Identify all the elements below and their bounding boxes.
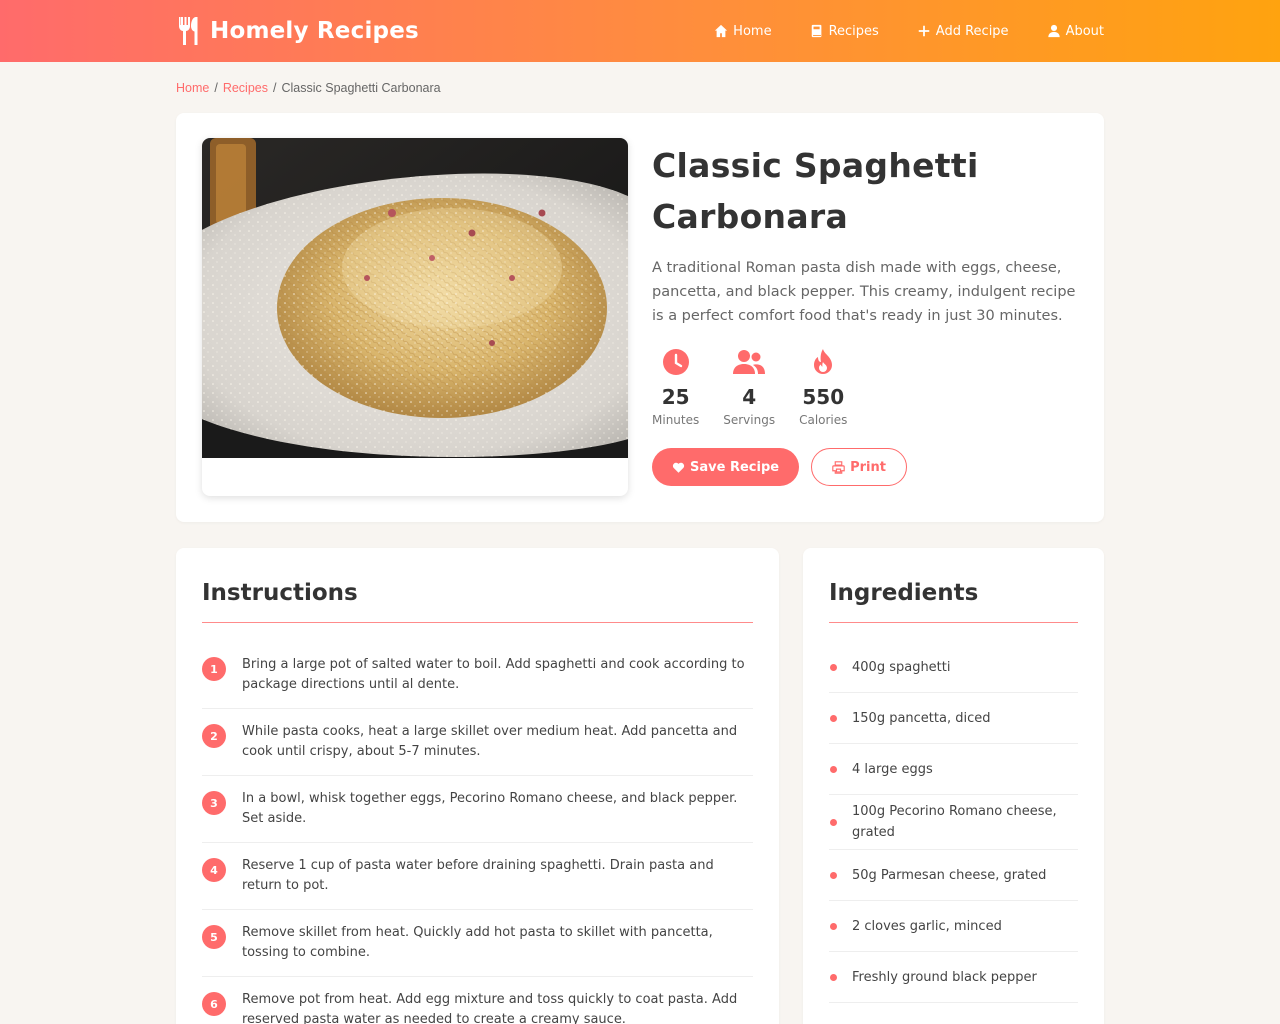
step-number: 3 xyxy=(202,791,226,815)
ingredient-item: 2 cloves garlic, minced xyxy=(829,901,1078,952)
breadcrumb-separator: / xyxy=(214,81,218,95)
stat-time-label: Minutes xyxy=(652,413,700,427)
save-recipe-button[interactable]: Save Recipe xyxy=(652,448,800,486)
instructions-list: 1 Bring a large pot of salted water to b… xyxy=(202,642,753,1024)
step-text: Remove skillet from heat. Quickly add ho… xyxy=(242,925,713,960)
fire-icon xyxy=(814,349,833,374)
ingredient-text: 4 large eggs xyxy=(852,761,933,777)
ingredient-item: 100g Pecorino Romano cheese, grated xyxy=(829,795,1078,850)
ingredient-item: 400g spaghetti xyxy=(829,642,1078,693)
bullet-icon xyxy=(830,871,837,879)
bullet-icon xyxy=(830,765,837,773)
ingredient-item: 4 large eggs xyxy=(829,744,1078,795)
brand[interactable]: Homely Recipes xyxy=(176,15,419,47)
step-number: 2 xyxy=(202,724,226,748)
ingredient-item: 50g Parmesan cheese, grated xyxy=(829,850,1078,901)
ingredient-text: 100g Pecorino Romano cheese, grated xyxy=(852,804,1057,840)
main-container: Home / Recipes / Classic Spaghetti Carbonara xyxy=(176,81,1104,1024)
fork-spoon-icon xyxy=(179,17,198,45)
nav-recipes-label: Recipes xyxy=(828,23,879,39)
recipe-photo xyxy=(202,138,628,458)
step-number: 4 xyxy=(202,858,226,882)
step-number: 1 xyxy=(202,657,226,681)
ingredient-item: Freshly ground black pepper xyxy=(829,952,1078,1003)
save-recipe-label: Save Recipe xyxy=(690,459,780,475)
bullet-icon xyxy=(830,922,837,930)
instruction-step: 3 In a bowl, whisk together eggs, Pecori… xyxy=(202,776,753,843)
nav-add-recipe[interactable]: Add Recipe xyxy=(917,24,1009,39)
stat-time: 25 Minutes xyxy=(652,347,699,427)
stat-servings-label: Servings xyxy=(723,413,776,427)
recipe-actions: Save Recipe Print xyxy=(652,448,1078,486)
recipe-title: Classic Spaghetti Carbonara xyxy=(652,146,979,236)
breadcrumb-current: Classic Spaghetti Carbonara xyxy=(281,81,441,95)
instruction-step: 1 Bring a large pot of salted water to b… xyxy=(202,642,753,709)
recipe-hero-card: Classic Spaghetti Carbonara A traditiona… xyxy=(176,113,1104,522)
breadcrumb-home[interactable]: Home xyxy=(176,81,209,95)
bullet-icon xyxy=(830,818,837,826)
ingredient-text: Freshly ground black pepper xyxy=(852,969,1037,985)
bullet-icon xyxy=(830,663,837,671)
stat-calories: 550 Calories xyxy=(799,347,847,427)
stat-calories-value: 550 xyxy=(802,385,845,409)
step-text: In a bowl, whisk together eggs, Pecorino… xyxy=(242,791,738,826)
nav-add-recipe-label: Add Recipe xyxy=(935,23,1009,39)
heart-icon xyxy=(672,462,685,473)
main-nav: Home Recipes Add Recipe About xyxy=(676,24,1104,39)
ingredient-text: 2 cloves garlic, minced xyxy=(852,918,1002,934)
bullet-icon xyxy=(830,714,837,722)
breadcrumb-separator: / xyxy=(273,81,277,95)
printer-icon xyxy=(832,460,845,474)
ingredient-text: 150g pancetta, diced xyxy=(852,710,991,726)
users-icon xyxy=(733,350,766,374)
recipe-photo-frame xyxy=(202,138,628,496)
step-text: Reserve 1 cup of pasta water before drai… xyxy=(242,858,714,893)
ingredient-item: 150g pancetta, diced xyxy=(829,693,1078,744)
stat-time-value: 25 xyxy=(661,385,690,409)
ingredients-title: Ingredients xyxy=(829,576,1078,623)
user-icon xyxy=(1047,24,1060,38)
brand-title: Homely Recipes xyxy=(210,18,419,44)
plus-icon xyxy=(918,25,930,37)
home-icon xyxy=(715,24,728,38)
instructions-card: Instructions 1 Bring a large pot of salt… xyxy=(176,548,779,1024)
breadcrumb: Home / Recipes / Classic Spaghetti Carbonara xyxy=(176,81,1104,95)
print-label: Print xyxy=(850,459,886,475)
instruction-step: 5 Remove skillet from heat. Quickly add … xyxy=(202,910,753,977)
nav-about-label: About xyxy=(1065,23,1104,39)
site-header: Homely Recipes Home Recipes Add Recipe A… xyxy=(0,0,1280,62)
recipe-stats: 25 Minutes 4 Servings 550 Calories xyxy=(652,347,1078,427)
step-text: While pasta cooks, heat a large skillet … xyxy=(242,724,738,759)
recipe-description: A traditional Roman pasta dish made with… xyxy=(652,260,1076,324)
stat-calories-label: Calories xyxy=(799,413,848,427)
nav-recipes[interactable]: Recipes xyxy=(810,24,879,39)
ingredient-text: 400g spaghetti xyxy=(852,659,951,675)
clock-icon xyxy=(662,349,689,375)
book-icon xyxy=(811,24,821,38)
stat-servings-value: 4 xyxy=(742,385,757,409)
recipe-details: Instructions 1 Bring a large pot of salt… xyxy=(176,548,1104,1024)
instructions-title: Instructions xyxy=(202,576,753,623)
recipe-info: Classic Spaghetti Carbonara A traditiona… xyxy=(652,138,1078,497)
breadcrumb-recipes[interactable]: Recipes xyxy=(223,81,268,95)
ingredients-card: Ingredients 400g spaghetti 150g pancetta… xyxy=(803,548,1104,1024)
nav-home[interactable]: Home xyxy=(714,23,772,39)
instruction-step: 6 Remove pot from heat. Add egg mixture … xyxy=(202,977,753,1024)
bullet-icon xyxy=(830,973,837,981)
step-number: 6 xyxy=(202,992,226,1016)
ingredient-text: 50g Parmesan cheese, grated xyxy=(852,867,1047,883)
step-text: Remove pot from heat. Add egg mixture an… xyxy=(242,992,738,1024)
step-number: 5 xyxy=(202,925,226,949)
ingredients-list: 400g spaghetti 150g pancetta, diced 4 la… xyxy=(829,642,1078,1003)
stat-servings: 4 Servings xyxy=(723,347,775,427)
nav-home-label: Home xyxy=(733,23,772,39)
step-text: Bring a large pot of salted water to boi… xyxy=(242,657,745,692)
instruction-step: 4 Reserve 1 cup of pasta water before dr… xyxy=(202,843,753,910)
nav-about[interactable]: About xyxy=(1047,24,1104,39)
print-button[interactable]: Print xyxy=(811,448,907,486)
instruction-step: 2 While pasta cooks, heat a large skille… xyxy=(202,709,753,776)
